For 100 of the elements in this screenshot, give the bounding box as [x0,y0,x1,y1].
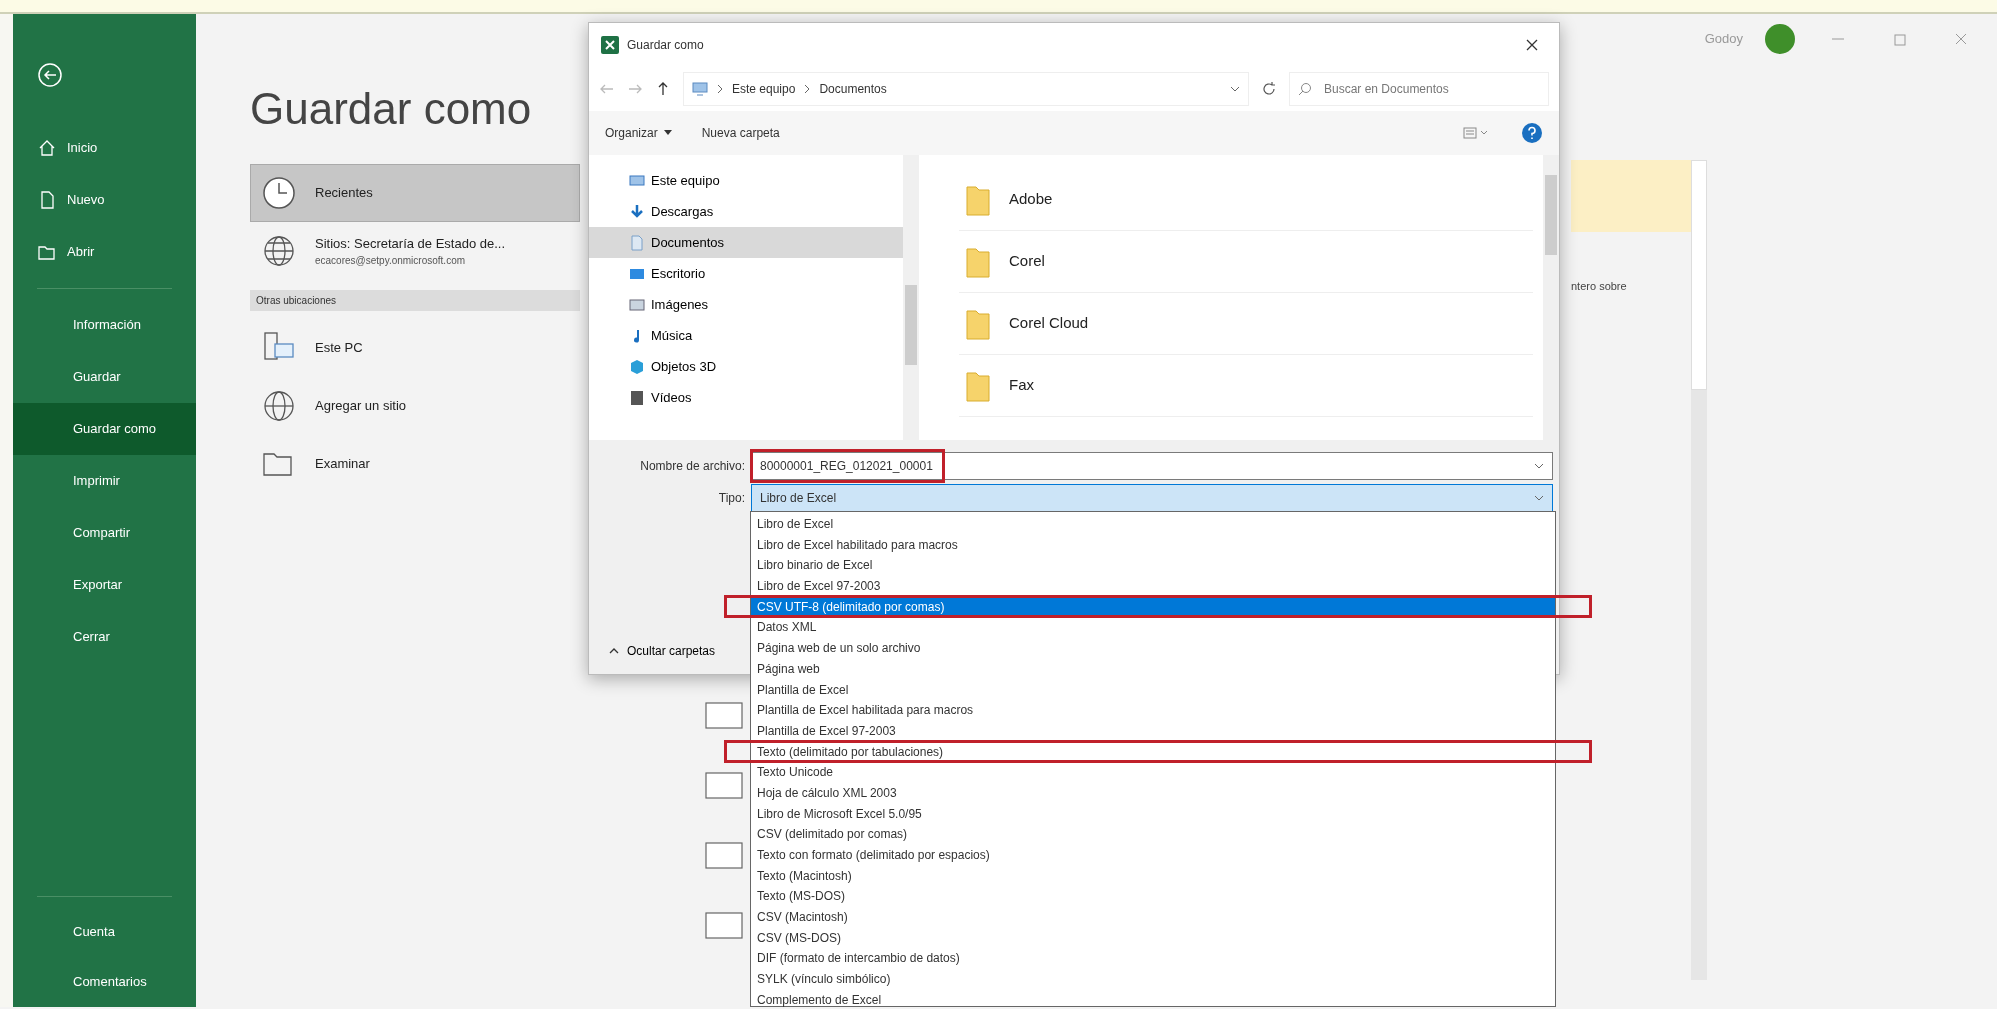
file-name-field[interactable]: 80000001_REG_012021_00001 [751,452,1553,480]
sidebar-item[interactable]: Guardar [13,351,196,403]
dropdown-option[interactable]: Página web [751,658,1555,680]
location-name: Recientes [315,184,373,203]
field-label: Nombre de archivo: [639,458,745,475]
dropdown-option[interactable]: DIF (formato de intercambio de datos) [751,948,1555,970]
dropdown-option[interactable]: Texto (MS-DOS) [751,886,1555,908]
field-label: Tipo: [717,490,745,507]
search-field[interactable]: Buscar en Documentos [1289,72,1549,106]
chevron-icon [803,84,812,94]
location-item[interactable]: Agregar un sitio [250,377,580,435]
dropdown-icon [1534,494,1544,502]
globe-icon [261,388,297,424]
sidebar-item[interactable]: Nuevo [13,174,196,226]
location-account: ecacores@setpy.onmicrosoft.com [315,254,467,269]
dropdown-icon[interactable] [1534,462,1544,470]
help-icon[interactable] [1521,122,1543,144]
dropdown-option[interactable]: Página web de un solo archivo [751,638,1555,659]
excel-icon [601,36,619,54]
dropdown-option[interactable]: Texto (Macintosh) [751,865,1555,887]
dropdown-option[interactable]: CSV (Macintosh) [751,907,1555,928]
sidebar-item[interactable]: Inicio [13,122,196,174]
close-icon[interactable] [1525,38,1539,52]
computer-icon [692,81,708,97]
address-bar[interactable]: Este equipo Documentos [683,72,1249,106]
nav-item[interactable]: Imágenes [589,289,903,320]
image-icon [629,296,645,313]
nav-item[interactable]: Música [589,320,903,351]
document-icon [705,839,743,869]
nav-item[interactable]: Objetos 3D [589,351,903,382]
restore-icon[interactable] [1892,32,1906,46]
description-text: ntero sobre [1571,279,1628,294]
sidebar-item[interactable]: Información [13,299,196,351]
nav-item[interactable]: Descargas [589,196,903,227]
nav-item[interactable]: Este equipo [589,165,903,196]
nav-item[interactable]: Escritorio [589,258,903,289]
download-icon [629,203,645,220]
dropdown-option[interactable]: Libro binario de Excel [751,555,1555,577]
hide-folders-button[interactable]: Ocultar carpetas [609,642,716,660]
document-icon [705,699,743,729]
file-item[interactable]: Corel Cloud [959,293,1533,355]
location-item[interactable]: Este PC [250,319,580,377]
toolbar-button[interactable]: Organizar [605,124,672,142]
document-icon [629,234,645,251]
refresh-icon[interactable] [1261,81,1277,97]
location-item[interactable]: Recientes [250,164,580,222]
document-icon [705,769,743,799]
location-item[interactable]: Examinar [250,435,580,493]
breadcrumb-item[interactable]: Este equipo [732,80,796,98]
film-icon [629,389,645,406]
clock-icon [261,175,297,211]
dropdown-option[interactable]: Plantilla de Excel [751,679,1555,701]
sidebar-item[interactable]: Comentarios [13,957,196,1007]
user-name: Godoy [1704,30,1743,49]
dropdown-option[interactable]: Hoja de cálculo XML 2003 [751,782,1555,804]
caret-icon [663,130,672,136]
dropdown-option[interactable]: CSV (delimitado por comas) [751,824,1555,845]
file-item[interactable]: Corel [959,231,1533,293]
dropdown-option[interactable]: Plantilla de Excel habilitada para macros [751,700,1555,721]
dropdown-option[interactable]: Datos XML [751,617,1555,639]
dropdown-option[interactable]: CSV (MS-DOS) [751,927,1555,949]
location-name: Sitios: Secretaría de Estado de... [315,234,506,253]
nav-item[interactable]: Documentos [589,227,903,258]
scrollbar[interactable] [1543,155,1559,440]
nav-item[interactable]: Vídeos [589,382,903,413]
avatar[interactable] [1765,24,1795,54]
sidebar-item[interactable]: Cuenta [13,907,196,957]
dropdown-option[interactable]: Texto con formato (delimitado por espacios) [751,845,1555,866]
dialog-title: Guardar como [627,37,704,54]
globe-icon [261,233,297,269]
dropdown-icon[interactable] [1230,85,1240,93]
dropdown-option[interactable]: SYLK (vínculo simbólico) [751,969,1555,990]
search-icon [1298,82,1312,96]
sidebar-item[interactable]: Cerrar [13,611,196,663]
toolbar-button[interactable]: Nueva carpeta [701,124,780,142]
file-type-dropdown[interactable]: Libro de Excel [751,484,1553,512]
sidebar-item[interactable]: Compartir [13,507,196,559]
dropdown-option[interactable]: Plantilla de Excel 97-2003 [751,720,1555,742]
home-icon [37,138,57,158]
dropdown-option[interactable]: Texto (delimitado por tabulaciones) [751,741,1555,763]
dropdown-option[interactable]: Libro de Excel habilitado para macros [751,534,1555,556]
scrollbar[interactable] [903,155,919,440]
sidebar-item[interactable]: Abrir [13,226,196,278]
document-icon [705,909,743,939]
search-input[interactable]: Buscar en Documentos [1322,79,1522,99]
location-item[interactable]: Sitios: Secretaría de Estado de... ecacores@setpy.onmicrosoft.com [250,222,580,280]
file-item[interactable]: Fax [959,355,1533,417]
file-item[interactable]: Adobe [959,169,1533,231]
sidebar-item[interactable]: Guardar como [13,403,196,455]
breadcrumb-item[interactable]: Documentos [819,80,887,98]
sidebar-item[interactable]: Exportar [13,559,196,611]
page-title: Guardar como [250,83,533,135]
sidebar-item[interactable]: Imprimir [13,455,196,507]
dropdown-option[interactable]: Libro de Excel [751,514,1555,535]
dropdown-option[interactable]: Libro de Excel 97-2003 [751,576,1555,597]
dropdown-option[interactable]: Complemento de Excel [751,989,1555,1009]
scrollbar[interactable] [1691,160,1707,980]
back-icon[interactable] [37,62,63,88]
dropdown-option[interactable]: Libro de Microsoft Excel 5.0/95 [751,803,1555,825]
dropdown-option[interactable]: Texto Unicode [751,762,1555,783]
